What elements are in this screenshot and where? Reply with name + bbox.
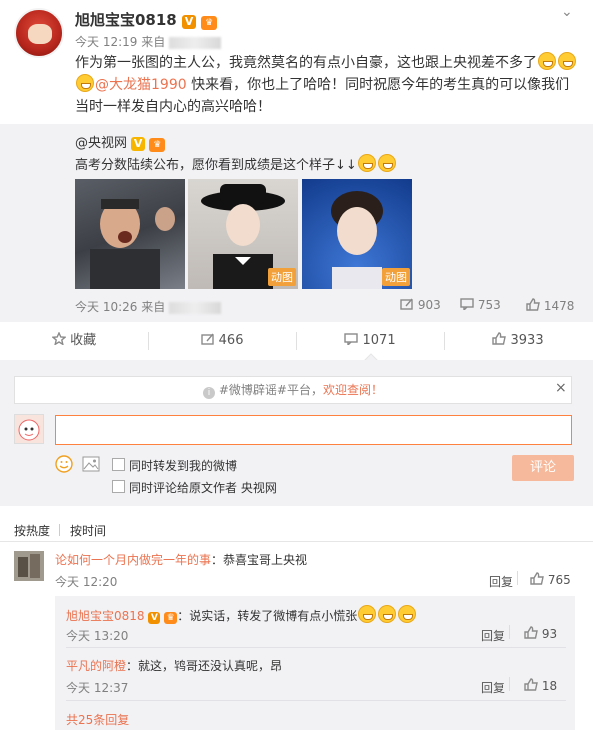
commenter-name[interactable]: 论如何一个月内做完一年的事 [55, 553, 211, 567]
gif-badge: 动图 [268, 268, 296, 286]
notice-link[interactable]: 欢迎查阅！ [323, 383, 383, 397]
forward-button[interactable]: 466 [148, 322, 296, 360]
blurred-source [169, 36, 222, 49]
comment-item: 论如何一个月内做完一年的事：恭喜宝哥上央视 [55, 553, 308, 567]
divider [509, 625, 510, 639]
picture-icon [82, 456, 100, 472]
laugh-emoji-icon [378, 605, 397, 623]
man-shouting-image [90, 199, 175, 289]
emoji-picker-button[interactable] [55, 455, 73, 477]
repost-card: @央视网 V ♛ 高考分数陆续公布，愿你看到成绩是这个样子↓↓ 动图 动图 今天… [0, 124, 593, 322]
close-icon[interactable]: × [555, 380, 567, 396]
verified-v-icon: V [181, 15, 196, 29]
laugh-emoji-icon [398, 605, 417, 623]
reply-like-button[interactable]: 93 [524, 626, 557, 641]
grin-emoji-icon [357, 154, 376, 172]
image-upload-button[interactable] [82, 456, 100, 476]
repost-image-1[interactable] [75, 179, 185, 289]
repost-to-my-weibo-checkbox[interactable]: 同时转发到我的微博 [112, 457, 237, 474]
vip-crown-icon: ♛ [164, 612, 178, 624]
my-avatar [14, 414, 44, 444]
gif-badge: 动图 [382, 268, 410, 286]
reply-like-button[interactable]: 18 [524, 678, 557, 693]
sort-by-time-tab[interactable]: 按时间 [70, 522, 106, 539]
comment-to-author-checkbox[interactable]: 同时评论给原文作者 央视网 [112, 479, 277, 496]
star-icon [51, 331, 67, 346]
divider [509, 677, 510, 691]
reply-button[interactable]: 回复 [481, 627, 505, 644]
post-action-bar: 收藏 466 1071 3933 [0, 322, 593, 361]
thumbs-up-icon [526, 298, 540, 311]
reply-item: 旭旭宝宝0818 V ♛ ：说实话，转发了微博有点小慌张 [66, 605, 417, 624]
post-author[interactable]: 旭旭宝宝0818 V ♛ [75, 9, 218, 30]
post-meta: 今天 12:19 来自 [75, 33, 222, 50]
repost-meta: 今天 10:26 来自 [75, 298, 222, 315]
repost-text: 高考分数陆续公布，愿你看到成绩是这个样子↓↓ [75, 154, 397, 173]
reply-item: 平凡的阿橙：就这，鸨哥还没认真呢，昂 [66, 659, 283, 673]
chevron-down-icon[interactable]: ⌄ [561, 4, 575, 20]
replier-name[interactable]: 旭旭宝宝0818 [66, 609, 145, 623]
divider [517, 571, 518, 585]
grin-emoji-icon [76, 74, 94, 92]
thumbs-up-icon [524, 678, 538, 691]
vip-crown-icon: ♛ [201, 16, 218, 30]
comment-time: 今天 12:20 [55, 575, 118, 589]
repost-comment-count[interactable]: 753 [460, 298, 501, 312]
cartoon-avatar-icon [18, 419, 40, 441]
submit-comment-button[interactable]: 评论 [512, 455, 574, 481]
grin-emoji-icon [377, 154, 396, 172]
rumor-notice-bar: i #微博辟谣#平台，欢迎查阅！ [14, 376, 572, 404]
like-button[interactable]: 3933 [444, 322, 592, 360]
reply-button[interactable]: 回复 [481, 679, 505, 696]
divider [66, 647, 566, 648]
reply-time: 今天 12:37 [66, 681, 129, 695]
commenter-avatar[interactable] [14, 551, 44, 581]
comment-input[interactable] [55, 415, 572, 445]
reply-button[interactable]: 回复 [489, 573, 513, 590]
verified-v-icon: V [131, 137, 146, 151]
blurred-source [169, 301, 222, 314]
replier-name[interactable]: 平凡的阿橙 [66, 659, 126, 673]
user-avatar[interactable] [14, 8, 64, 58]
laugh-emoji-icon [358, 605, 377, 623]
post-text: 作为第一张图的主人公，我竟然莫名的有点小自豪，这也跟上央视差不多了 @大龙猫19… [75, 52, 580, 118]
divider [59, 524, 60, 536]
sort-by-hot-tab[interactable]: 按热度 [14, 522, 50, 539]
more-replies-link[interactable]: 共25条回复 [66, 711, 129, 728]
checkbox-box[interactable] [112, 458, 125, 471]
repost-forward-count[interactable]: 903 [400, 298, 441, 312]
grin-emoji-icon [558, 52, 576, 70]
checkbox-box[interactable] [112, 480, 125, 493]
grin-emoji-icon [538, 52, 556, 70]
repost-author[interactable]: @央视网 V ♛ [75, 132, 166, 152]
comment-icon [344, 333, 359, 347]
repost-image-2[interactable]: 动图 [188, 179, 298, 289]
commenter-photo [14, 551, 44, 581]
mention-link[interactable]: @大龙猫1990 [95, 77, 187, 93]
thumbs-up-icon [492, 332, 507, 345]
thumbs-up-icon [524, 626, 538, 639]
comment-icon [460, 298, 474, 312]
info-icon: i [203, 387, 216, 399]
divider [66, 700, 566, 701]
smiley-icon [55, 455, 73, 473]
favorite-button[interactable]: 收藏 [0, 322, 148, 360]
repost-image-3[interactable]: 动图 [302, 179, 412, 289]
forward-icon [400, 298, 413, 310]
forward-icon [200, 333, 214, 345]
reply-time: 今天 13:20 [66, 629, 129, 643]
repost-like-count[interactable]: 1478 [526, 298, 574, 313]
thumbs-up-icon [530, 572, 544, 585]
vip-crown-icon: ♛ [149, 138, 166, 152]
verified-v-icon: V [148, 612, 161, 624]
divider [0, 541, 593, 542]
comment-like-button[interactable]: 765 [530, 572, 571, 587]
